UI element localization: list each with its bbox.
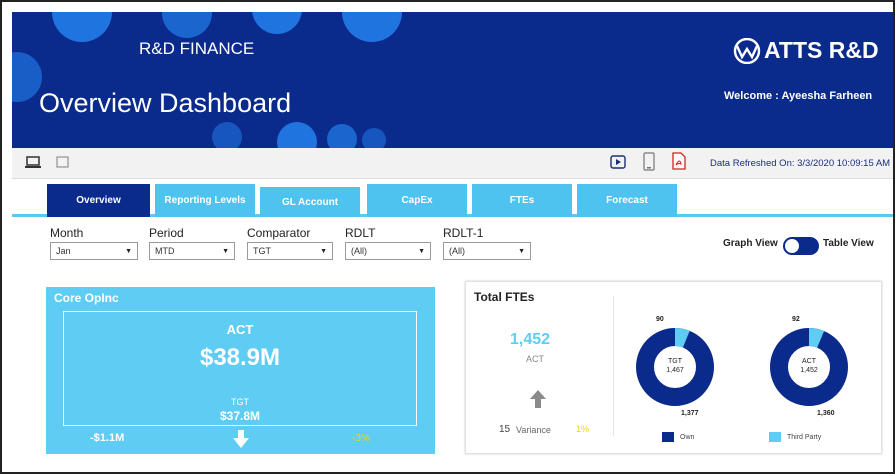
decor-dot xyxy=(212,122,242,148)
filter-label: RDLT-1 xyxy=(443,226,484,240)
page-title: Overview Dashboard xyxy=(39,88,292,118)
filter-label: RDLT xyxy=(345,226,376,240)
month-dropdown[interactable]: Jan ▼ xyxy=(50,242,138,260)
logo-mark-icon xyxy=(733,37,761,64)
rdlt-1-filter: RDLT-1 (All) ▼ xyxy=(443,226,531,260)
dropdown-value: (All) xyxy=(449,246,465,256)
arrow-up-icon xyxy=(530,390,546,408)
dropdown-value: MTD xyxy=(155,246,175,256)
own-value: 1,377 xyxy=(681,410,699,417)
welcome-message: Welcome : Ayeesha Farheen xyxy=(724,90,873,102)
own-value: 1,360 xyxy=(817,410,835,417)
filter-label: Comparator xyxy=(247,226,311,240)
dropdown-value: TGT xyxy=(253,246,271,256)
comparator-filter: Comparator TGT ▼ xyxy=(247,226,333,260)
chevron-down-icon: ▼ xyxy=(418,247,425,255)
company-logo: ATTS R&D xyxy=(732,37,879,64)
decor-dot xyxy=(52,12,112,42)
header-banner: R&D FINANCE Overview Dashboard ATTS R&D … xyxy=(12,12,893,148)
center-label: ACT xyxy=(802,358,816,365)
legend-label: Own xyxy=(680,433,695,441)
tab-reporting-levels[interactable]: Reporting Levels xyxy=(155,184,255,217)
core-opinc-inner-box: ACT $38.9M TGT $37.8M xyxy=(63,311,417,426)
variance-percent: -3% xyxy=(352,433,370,444)
fte-act-value: 1,452 xyxy=(510,331,551,348)
donut-center: ACT 1,452 xyxy=(794,357,824,375)
legend-label: Third Party xyxy=(787,433,822,441)
rdlt-1-dropdown[interactable]: (All) ▼ xyxy=(443,242,531,260)
decor-dot xyxy=(327,124,357,148)
period-dropdown[interactable]: MTD ▼ xyxy=(149,242,235,260)
toggle-knob xyxy=(785,239,799,253)
center-value: 1,452 xyxy=(800,367,818,374)
month-filter: Month Jan ▼ xyxy=(50,226,138,260)
variance-amount: -$1.1M xyxy=(90,432,125,444)
dropdown-value: Jan xyxy=(56,246,71,256)
fte-variance-percent: 1% xyxy=(576,424,590,434)
total-ftes-card: Total FTEs 1,452 ACT 15 Variance 1% 90 1… xyxy=(465,281,882,454)
tab-bar: Overview Reporting Levels GL Account Cap… xyxy=(12,179,893,217)
card-divider xyxy=(613,296,614,436)
pdf-export-icon[interactable] xyxy=(672,152,686,170)
decor-dot xyxy=(252,12,302,34)
filter-label: Month xyxy=(50,226,84,240)
tab-gl-account[interactable]: GL Account xyxy=(260,187,360,217)
tab-forecast[interactable]: Forecast xyxy=(577,184,677,217)
donut-center: TGT 1,467 xyxy=(660,357,690,375)
third-party-value: 90 xyxy=(656,316,664,323)
act-label: ACT xyxy=(226,322,254,337)
toolbar: Data Refreshed On: 3/3/2020 10:09:15 AM xyxy=(12,148,893,179)
data-refresh-timestamp: Data Refreshed On: 3/3/2020 10:09:15 AM xyxy=(710,158,891,169)
legend-swatch xyxy=(662,432,674,442)
decor-dot xyxy=(12,52,42,102)
table-view-label: Table View xyxy=(823,238,874,249)
center-value: 1,467 xyxy=(666,367,684,374)
fte-variance-label: Variance xyxy=(516,425,551,435)
tgt-label: TGT xyxy=(231,397,249,407)
decor-dot xyxy=(342,12,402,42)
present-icon[interactable] xyxy=(610,155,626,170)
arrow-down-icon xyxy=(233,430,249,448)
decor-dot xyxy=(362,128,386,148)
legend-item-own: Own xyxy=(662,432,694,442)
tgt-value: $37.8M xyxy=(219,409,261,423)
comparator-dropdown[interactable]: TGT ▼ xyxy=(247,242,333,260)
legend-swatch xyxy=(769,432,781,442)
rdlt-dropdown[interactable]: (All) ▼ xyxy=(345,242,431,260)
tablet-layout-icon[interactable] xyxy=(56,156,69,169)
chevron-down-icon: ▼ xyxy=(222,247,229,255)
act-value: $38.9M xyxy=(199,344,281,371)
decor-dot xyxy=(277,122,317,148)
chevron-down-icon: ▼ xyxy=(518,247,525,255)
dashboard-frame: R&D FINANCE Overview Dashboard ATTS R&D … xyxy=(0,0,895,474)
view-toggle[interactable] xyxy=(783,237,819,255)
legend-item-third-party: Third Party xyxy=(769,432,821,442)
period-filter: Period MTD ▼ xyxy=(149,226,235,260)
department-name: R&D FINANCE xyxy=(139,39,255,58)
tab-ftes[interactable]: FTEs xyxy=(472,184,572,217)
desktop-layout-icon[interactable] xyxy=(25,156,41,169)
chevron-down-icon: ▼ xyxy=(320,247,327,255)
fte-variance-number: 15 xyxy=(499,424,511,435)
center-label: TGT xyxy=(668,358,682,365)
phone-layout-icon[interactable] xyxy=(643,152,655,172)
tab-overview[interactable]: Overview xyxy=(47,184,150,217)
chevron-down-icon: ▼ xyxy=(125,247,132,255)
fte-act-label: ACT xyxy=(526,354,544,364)
third-party-value: 92 xyxy=(792,316,800,323)
decor-dot xyxy=(162,12,212,38)
tab-capex[interactable]: CapEx xyxy=(367,184,467,217)
filter-label: Period xyxy=(149,226,184,240)
core-opinc-card: Core OpInc ACT $38.9M TGT $37.8M -$1.1M … xyxy=(46,287,435,454)
card-title: Total FTEs xyxy=(474,290,535,304)
card-title: Core OpInc xyxy=(54,291,119,305)
dropdown-value: (All) xyxy=(351,246,367,256)
graph-view-label: Graph View xyxy=(723,238,778,249)
rdlt-filter: RDLT (All) ▼ xyxy=(345,226,431,260)
logo-text: ATTS R&D xyxy=(764,37,879,63)
